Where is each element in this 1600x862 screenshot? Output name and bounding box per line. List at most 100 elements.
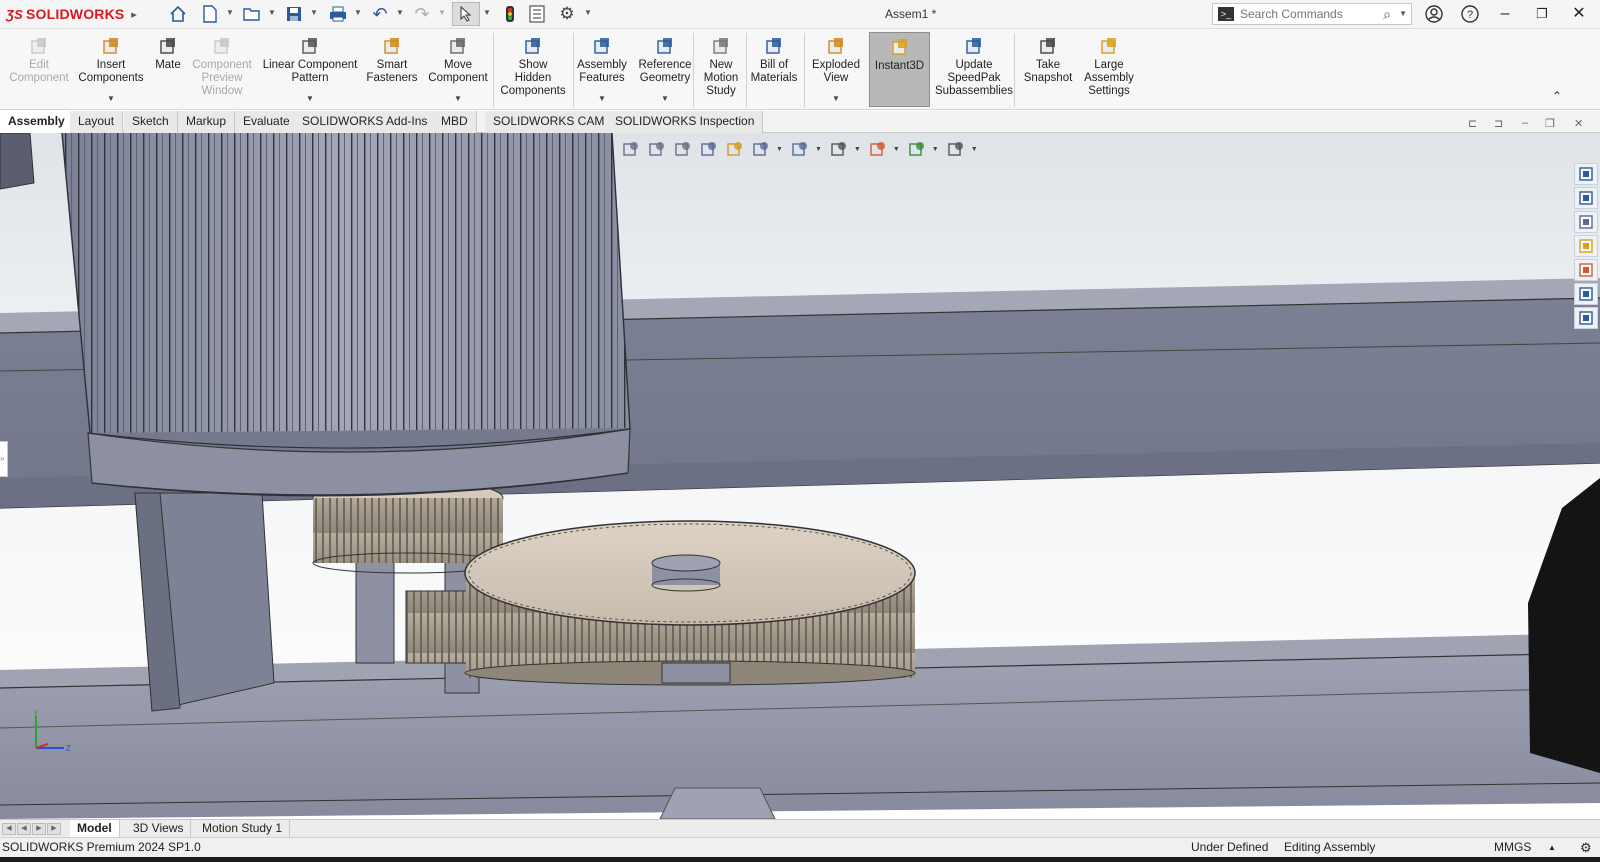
search-input[interactable] [1240,7,1380,21]
options-gear-icon[interactable]: ⚙ [556,4,578,24]
redo-icon[interactable]: ↷ [410,4,434,24]
options-dropdown-icon[interactable]: ▼ [584,8,592,17]
hide-show-icon[interactable] [828,138,850,160]
new-motion-study-button[interactable]: New Motion Study [698,32,744,107]
command-dropdown-icon[interactable]: ▼ [832,92,840,105]
tab-solidworks-add-ins[interactable]: SOLIDWORKS Add-Ins [294,111,437,133]
open-icon[interactable] [240,4,264,24]
menu-expand-icon[interactable]: ▸ [128,4,140,24]
home-icon[interactable] [166,4,190,24]
main-gear-hub[interactable] [651,554,721,572]
design-library-icon[interactable] [1574,187,1598,209]
command-dropdown-icon[interactable]: ▼ [661,92,669,105]
select-dropdown-icon[interactable]: ▼ [483,8,491,17]
search-commands-box[interactable]: >_ ⌕ ▼ [1212,3,1412,25]
feature-manager-toggle[interactable]: » [0,441,8,477]
status-units[interactable]: MMGS [1494,838,1531,857]
tab-solidworks-cam[interactable]: SOLIDWORKS CAM [485,111,614,133]
status-options-icon[interactable]: ⚙ [1580,838,1592,857]
print-dropdown-icon[interactable]: ▼ [354,8,362,17]
search-icon[interactable]: ⌕ [1383,6,1391,23]
section-view-icon[interactable] [698,138,720,160]
close-icon[interactable]: ✕ [1565,3,1593,25]
right-motor-body[interactable] [1528,478,1600,773]
display-style-dropdown-icon[interactable]: ▼ [815,146,822,153]
collapse-ribbon-icon[interactable]: ⌃ [1552,89,1562,103]
graphics-area[interactable]: ▼ ▼ ▼ ▼ ▼ ▼ » Y Z [0,133,1600,819]
new-dropdown-icon[interactable]: ▼ [226,8,234,17]
bottom-tab-3d-views[interactable]: 3D Views [126,820,192,838]
insert-components-button[interactable]: Insert Components ▼ [76,32,146,107]
mate-button[interactable]: Mate [148,32,188,107]
save-dropdown-icon[interactable]: ▼ [310,8,318,17]
view-settings-icon[interactable] [945,138,967,160]
pinion-shaft[interactable] [355,552,395,664]
large-assembly-settings-button[interactable]: Large Assembly Settings [1078,32,1140,107]
assembly-model[interactable] [0,133,1600,819]
command-dropdown-icon[interactable]: ▼ [107,92,115,105]
help-icon[interactable]: ? [1456,3,1484,25]
apply-scene-dropdown-icon[interactable]: ▼ [932,146,939,153]
minimize-icon[interactable]: – [1491,3,1519,25]
edit-component-button[interactable]: Edit Component [4,32,74,107]
file-explorer-icon[interactable] [1574,211,1598,233]
select-icon[interactable] [452,2,480,26]
view-orientation-dropdown-icon[interactable]: ▼ [776,146,783,153]
user-account-icon[interactable] [1420,3,1448,25]
units-dropdown-icon[interactable]: ▲ [1548,838,1556,857]
hide-show-dropdown-icon[interactable]: ▼ [854,146,861,153]
viewport-close-icon[interactable]: ✕ [1574,117,1583,130]
update-speedpak-subassemblies-button[interactable]: Update SpeedPak Subassemblies [932,32,1016,107]
save-icon[interactable] [282,4,306,24]
bill-of-materials-button[interactable]: Bill of Materials [746,32,802,107]
undo-icon[interactable]: ↶ [368,4,392,24]
display-style-icon[interactable] [789,138,811,160]
tab-mbd[interactable]: MBD [433,111,477,133]
command-dropdown-icon[interactable]: ▼ [306,92,314,105]
command-dropdown-icon[interactable]: ▼ [454,92,462,105]
reference-geometry-button[interactable]: Reference Geometry ▼ [634,32,696,107]
prev-tab-arrow-icon[interactable]: ◀ [17,823,31,835]
apply-scene-icon[interactable] [906,138,928,160]
command-dropdown-icon[interactable]: ▼ [598,92,606,105]
tab-layout[interactable]: Layout [70,111,124,133]
edit-appearance-dropdown-icon[interactable]: ▼ [893,146,900,153]
move-component-button[interactable]: Move Component ▼ [424,32,492,107]
bottom-tab-model[interactable]: Model [70,820,120,838]
search-dropdown-icon[interactable]: ▼ [1399,9,1407,18]
tab-assembly[interactable]: Assembly [0,111,74,133]
appearances-icon[interactable] [1574,259,1598,281]
undo-dropdown-icon[interactable]: ▼ [396,8,404,17]
new-document-icon[interactable] [198,4,222,24]
custom-properties-icon[interactable] [1574,283,1598,305]
edit-appearance-icon[interactable] [867,138,889,160]
next-tab-arrow-icon[interactable]: ▶ [32,823,46,835]
restore-icon[interactable]: ❐ [1528,3,1556,25]
previous-view-icon[interactable] [672,138,694,160]
redo-dropdown-icon[interactable]: ▼ [438,8,446,17]
instant3d-button[interactable]: Instant3D [869,32,930,107]
smart-fasteners-button[interactable]: Smart Fasteners [362,32,422,107]
tab-sketch[interactable]: Sketch [124,111,178,133]
tab-evaluate[interactable]: Evaluate [235,111,299,133]
rebuild-icon[interactable] [500,4,520,24]
view-settings-dropdown-icon[interactable]: ▼ [971,146,978,153]
solidworks-resources-icon[interactable] [1574,163,1598,185]
viewport-minimize-icon[interactable]: – [1522,117,1528,129]
zoom-to-fit-icon[interactable] [620,138,642,160]
viewport-tile-right-icon[interactable]: ⊐ [1494,117,1503,130]
dynamic-annotation-icon[interactable] [724,138,746,160]
assembly-features-button[interactable]: Assembly Features ▼ [572,32,632,107]
solidworks-logo[interactable]: ƷS SOLIDWORKS [6,4,124,24]
take-snapshot-button[interactable]: Take Snapshot [1020,32,1076,107]
component-preview-window-button[interactable]: Component Preview Window [186,32,258,107]
first-tab-arrow-icon[interactable]: ◀ [2,823,16,835]
show-hidden-components-button[interactable]: Show Hidden Components [496,32,570,107]
open-dropdown-icon[interactable]: ▼ [268,8,276,17]
bottom-tab-motion-study-1[interactable]: Motion Study 1 [195,820,291,838]
viewport-restore-icon[interactable]: ❐ [1545,117,1555,130]
exploded-view-button[interactable]: Exploded View ▼ [806,32,866,107]
view-orientation-icon[interactable] [750,138,772,160]
file-properties-icon[interactable] [526,4,548,24]
zoom-to-area-icon[interactable] [646,138,668,160]
